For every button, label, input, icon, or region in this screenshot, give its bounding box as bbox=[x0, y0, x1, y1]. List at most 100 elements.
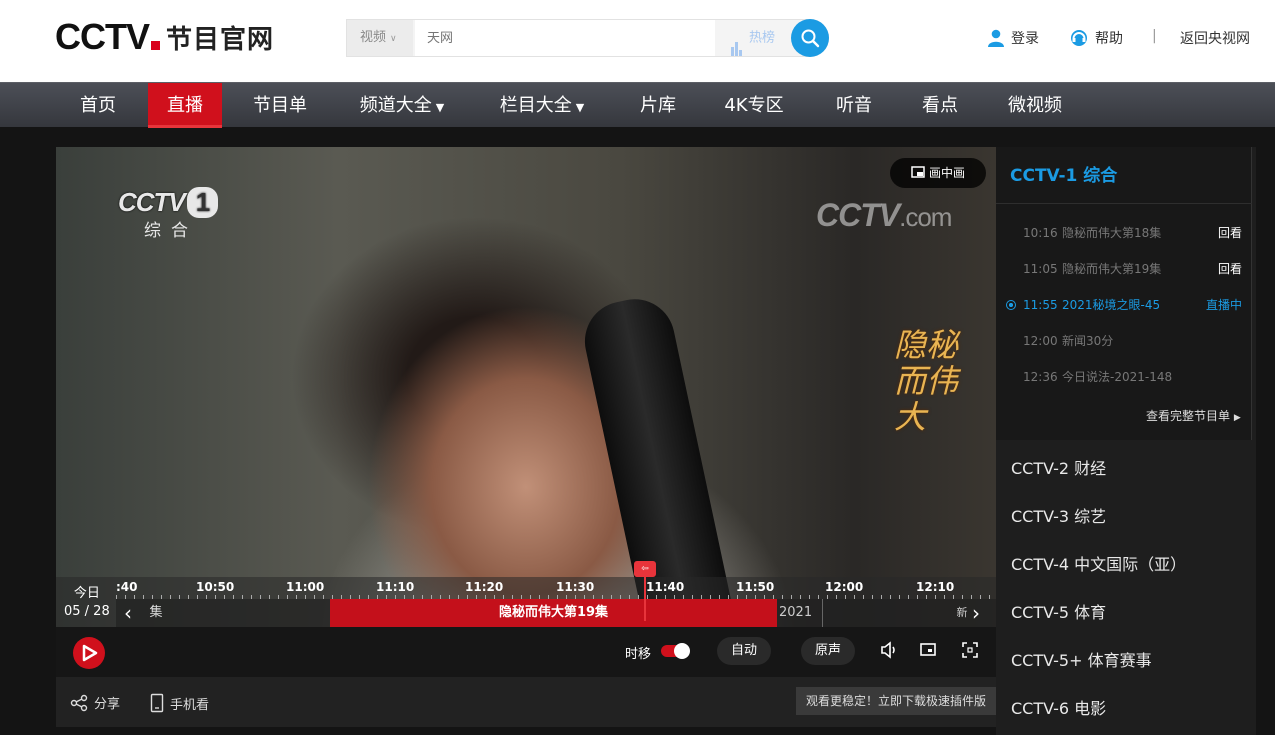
player-controls: 时移 自动 原声 bbox=[56, 627, 996, 677]
user-icon bbox=[988, 29, 1004, 47]
schedule-title: 隐秘而伟大第18集 bbox=[1062, 226, 1162, 240]
back-to-cntv-link[interactable]: 返回央视网 bbox=[1180, 28, 1250, 48]
logo-text: CCTV bbox=[55, 16, 150, 57]
audio-track-button[interactable]: 原声 bbox=[801, 637, 855, 665]
chevron-down-icon: ∨ bbox=[390, 34, 397, 44]
tick-label: 11:00 bbox=[286, 580, 325, 594]
channel-item[interactable]: CCTV-4 中文国际（亚） bbox=[1011, 551, 1186, 575]
replay-link[interactable]: 回看 bbox=[1218, 259, 1242, 279]
nav-label: 微视频 bbox=[1008, 95, 1062, 116]
pip-button[interactable]: 画中画 bbox=[890, 158, 986, 188]
live-status: 直播中 bbox=[1205, 298, 1242, 312]
schedule-time: 10:16 bbox=[1023, 226, 1058, 240]
nav-item-channels[interactable]: 频道大全 ▼ bbox=[346, 83, 458, 128]
nav-label: 听音 bbox=[836, 95, 872, 116]
share-label: 分享 bbox=[94, 697, 121, 712]
show-calligraphy-title: 隐秘而伟大 bbox=[894, 326, 959, 436]
tick-label: 11:20 bbox=[465, 580, 504, 594]
channel-item[interactable]: CCTV-3 综艺 bbox=[1011, 503, 1106, 527]
cctv-watermark: CCTV.com bbox=[816, 197, 952, 234]
nav-item-micro-video[interactable]: 微视频 bbox=[996, 83, 1074, 128]
live-flag-icon[interactable]: ⇦ bbox=[634, 561, 656, 577]
mobile-watch-button[interactable]: 手机看 bbox=[150, 693, 209, 713]
hot-rank-link[interactable]: 热榜 bbox=[731, 20, 775, 56]
search-category-select[interactable]: 视频 ∨ bbox=[347, 20, 413, 56]
epg-timeline[interactable]: 今日 05 / 28 :40 10:50 11:00 11:10 11:20 11… bbox=[56, 561, 996, 648]
site-name: 节目官网 bbox=[166, 24, 275, 55]
tick-label: 11:30 bbox=[556, 580, 595, 594]
next-program-block[interactable]: 2021秘 bbox=[777, 599, 823, 648]
volume-icon[interactable] bbox=[880, 641, 898, 659]
tick-label: 11:10 bbox=[376, 580, 415, 594]
timeline-next-button[interactable]: › bbox=[972, 599, 980, 627]
channel-sidebar: CCTV-1 综合 10:16 隐秘而伟大第18集 回看 11:05 隐秘而伟大第19… bbox=[996, 147, 1256, 735]
nav-item-4k[interactable]: 4K专区 bbox=[714, 83, 794, 128]
nav-item-library[interactable]: 片库 bbox=[628, 83, 688, 128]
player-footer: 分享 手机看 观看更稳定！立即下载极速插件版 bbox=[56, 677, 996, 727]
full-schedule-link[interactable]: 查看完整节目单 ▶ bbox=[1146, 407, 1241, 424]
date-label: 今日 05 / 28 bbox=[64, 585, 110, 621]
screen-icon[interactable] bbox=[919, 641, 937, 659]
tick-label: 11:50 bbox=[736, 580, 775, 594]
channel-item[interactable]: CCTV-5 体育 bbox=[1011, 599, 1106, 623]
plugin-download-banner[interactable]: 观看更稳定！立即下载极速插件版 bbox=[796, 687, 996, 715]
login-link[interactable]: 登录 bbox=[988, 28, 1039, 48]
header-separator: | bbox=[1152, 28, 1157, 44]
channel-item[interactable]: CCTV-2 财经 bbox=[1011, 455, 1106, 479]
schedule-item[interactable]: 12:00 新闻30分 bbox=[1006, 331, 1246, 351]
nav-label: 首页 bbox=[80, 95, 116, 116]
schedule-title: 隐秘而伟大第19集 bbox=[1062, 262, 1162, 276]
replay-link[interactable]: 回看 bbox=[1218, 223, 1242, 243]
nav-item-schedule[interactable]: 节目单 bbox=[240, 83, 320, 128]
channel-item[interactable]: CCTV-5+ 体育赛事 bbox=[1011, 647, 1152, 671]
nav-item-highlights[interactable]: 看点 bbox=[910, 83, 970, 128]
nav-label: 看点 bbox=[922, 95, 958, 116]
search-category-label: 视频 bbox=[360, 30, 387, 45]
prev-program-block[interactable]: 集 bbox=[146, 599, 166, 627]
caret-down-icon: ▼ bbox=[575, 101, 585, 114]
schedule-item[interactable]: 11:05 隐秘而伟大第19集 回看 bbox=[1006, 259, 1246, 279]
phone-icon bbox=[150, 693, 164, 713]
nav-item-audio[interactable]: 听音 bbox=[824, 83, 884, 128]
timeline-prev-button[interactable]: ‹ bbox=[124, 599, 132, 627]
schedule-item[interactable]: 12:36 今日说法-2021-148 bbox=[1006, 367, 1246, 387]
timeshift-toggle[interactable] bbox=[661, 643, 690, 659]
divider bbox=[996, 203, 1252, 204]
logo-dot bbox=[151, 41, 160, 50]
nav-item-columns[interactable]: 栏目大全 ▼ bbox=[486, 83, 598, 128]
schedule-item-live[interactable]: 11:55 2021秘境之眼-45 直播中 bbox=[1006, 295, 1246, 315]
caret-right-icon: ▶ bbox=[1233, 413, 1241, 423]
nav-label: 直播 bbox=[167, 95, 203, 116]
search-button[interactable] bbox=[791, 19, 829, 57]
later-program-block[interactable]: 新 bbox=[954, 599, 970, 627]
pip-icon bbox=[911, 166, 925, 178]
tick-label: 11:40 bbox=[646, 580, 685, 594]
full-schedule-label: 查看完整节目单 bbox=[1146, 409, 1231, 423]
schedule-item[interactable]: 10:16 隐秘而伟大第18集 回看 bbox=[1006, 223, 1246, 243]
nav-item-home[interactable]: 首页 bbox=[62, 83, 134, 128]
current-program-block[interactable]: 隐秘而伟大第19集 bbox=[330, 599, 777, 627]
fullscreen-icon[interactable] bbox=[961, 641, 979, 659]
channel-logo-text: CCTV bbox=[118, 187, 186, 217]
help-link[interactable]: 帮助 bbox=[1070, 28, 1123, 48]
current-channel-title[interactable]: CCTV-1 综合 bbox=[1010, 161, 1117, 186]
share-icon bbox=[70, 694, 88, 711]
schedule-time: 12:00 bbox=[1023, 334, 1058, 348]
schedule-time: 12:36 bbox=[1023, 370, 1058, 384]
channel-item[interactable]: CCTV-6 电影 bbox=[1011, 695, 1106, 719]
nav-label: 节目单 bbox=[253, 95, 307, 116]
schedule-title: 2021秘境之眼-45 bbox=[1062, 298, 1161, 312]
share-button[interactable]: 分享 bbox=[70, 693, 120, 712]
back-label: 返回央视网 bbox=[1180, 31, 1250, 47]
search-input[interactable] bbox=[415, 20, 715, 56]
cctv-logo[interactable]: CCTV 节目官网 bbox=[55, 16, 275, 57]
search-icon bbox=[801, 29, 820, 48]
video-player[interactable]: CCTV 1 综合 CCTV.com 隐秘而伟大 画中画 今日 05 / 28 :4… bbox=[56, 147, 996, 677]
pip-label: 画中画 bbox=[928, 166, 965, 180]
nav-item-live[interactable]: 直播 bbox=[148, 83, 222, 128]
play-logo-icon[interactable] bbox=[73, 637, 105, 669]
quality-auto-button[interactable]: 自动 bbox=[717, 637, 771, 665]
tick-label: 10:50 bbox=[196, 580, 235, 594]
nav-label: 栏目大全 bbox=[499, 95, 572, 116]
tick-label: 12:10 bbox=[916, 580, 955, 594]
